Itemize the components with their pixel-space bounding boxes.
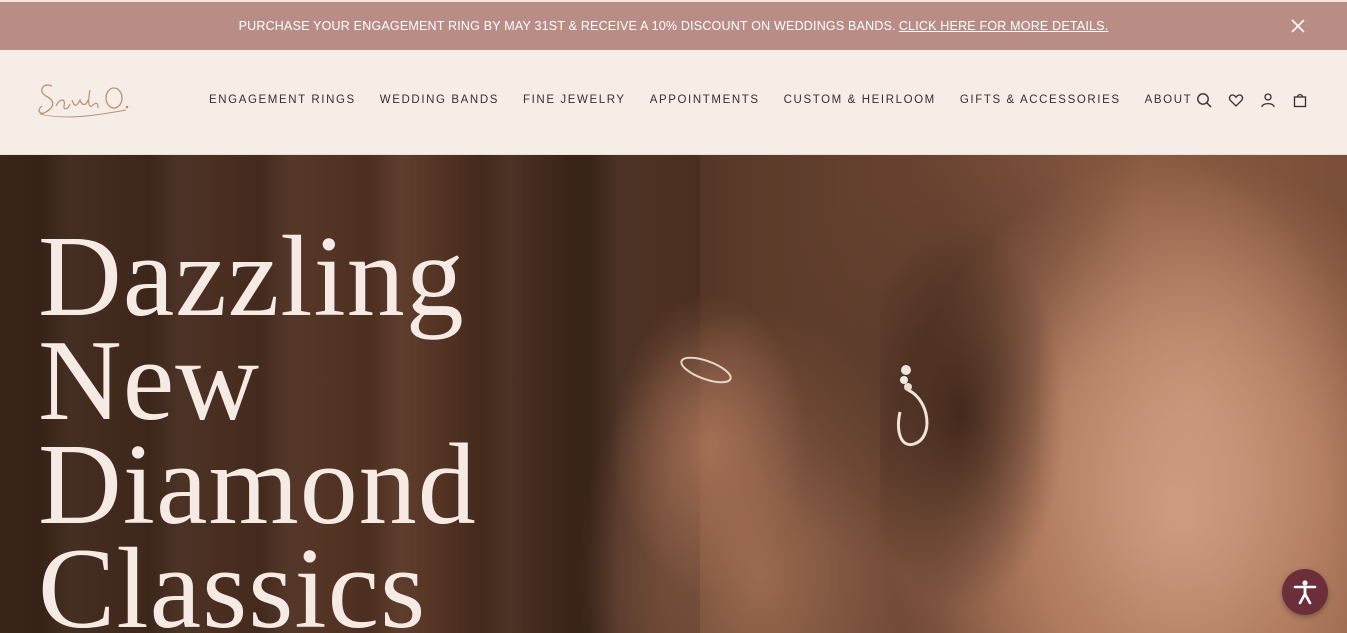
hero-hand-shading [600, 245, 860, 633]
account-icon[interactable] [1259, 91, 1277, 109]
site-header: ENGAGEMENT RINGS WEDDING BANDS FINE JEWE… [0, 50, 1347, 155]
promo-message: PURCHASE YOUR ENGAGEMENT RING BY MAY 31S… [239, 19, 1109, 33]
hero-headline: Dazzling New Diamond Classics [38, 213, 477, 633]
hero-face-shading [1040, 155, 1347, 633]
bag-icon[interactable] [1291, 91, 1309, 109]
header-actions [1195, 91, 1309, 109]
promo-text: PURCHASE YOUR ENGAGEMENT RING BY MAY 31S… [238, 19, 896, 33]
main-nav: ENGAGEMENT RINGS WEDDING BANDS FINE JEWE… [209, 94, 1216, 106]
nav-appointments[interactable]: APPOINTMENTS [650, 94, 760, 106]
nav-fine-jewelry[interactable]: FINE JEWELRY [523, 94, 626, 106]
hero-headline-line-2: New [38, 317, 261, 445]
nav-gifts-accessories[interactable]: GIFTS & ACCESSORIES [960, 94, 1121, 106]
ring-image [680, 356, 732, 384]
nav-engagement-rings[interactable]: ENGAGEMENT RINGS [209, 94, 356, 106]
promo-details-link[interactable]: CLICK HERE FOR MORE DETAILS. [899, 19, 1109, 33]
earring-image [897, 365, 929, 447]
hero-headline-line-1: Dazzling [38, 213, 465, 341]
hero-headline-line-4: Classics [38, 525, 427, 633]
hero-headline-line-3: Diamond [38, 421, 477, 549]
brand-logo[interactable] [34, 76, 134, 124]
nav-about[interactable]: ABOUT [1145, 94, 1193, 106]
promo-banner: PURCHASE YOUR ENGAGEMENT RING BY MAY 31S… [0, 0, 1347, 50]
search-icon[interactable] [1195, 91, 1213, 109]
accessibility-button[interactable] [1282, 569, 1328, 615]
heart-icon[interactable] [1227, 91, 1245, 109]
close-icon[interactable] [1289, 17, 1307, 35]
nav-custom-heirloom[interactable]: CUSTOM & HEIRLOOM [784, 94, 936, 106]
accessibility-icon [1293, 580, 1317, 605]
nav-wedding-bands[interactable]: WEDDING BANDS [380, 94, 499, 106]
hero-banner: Dazzling New Diamond Classics [0, 155, 1347, 633]
